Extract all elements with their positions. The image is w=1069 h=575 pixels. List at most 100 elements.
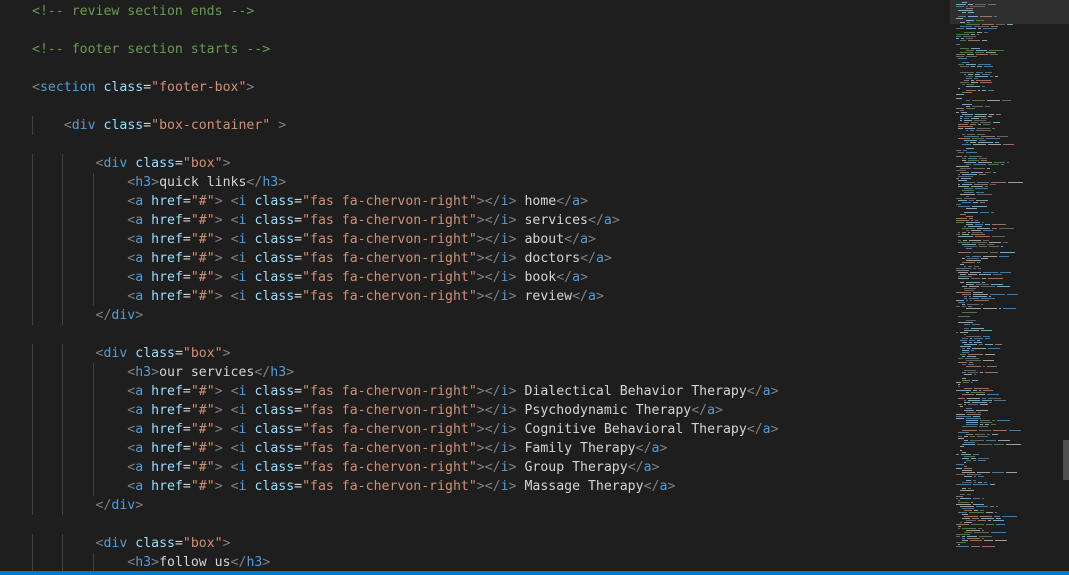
minimap-line [966,56,977,57]
minimap-line [968,364,974,365]
code-line[interactable] [0,325,950,344]
minimap-line [956,198,962,199]
code-line[interactable]: <h3>quick links</h3> [0,173,950,192]
indent-guide [62,420,64,439]
code-line[interactable]: <h3>our services</h3> [0,363,950,382]
minimap-line [966,148,974,149]
minimap-line [958,58,967,59]
minimap-line [976,192,984,193]
code-token-punct: </ [484,232,501,247]
code-line[interactable]: <a href="#"> <i class="fas fa-chervon-ri… [0,287,950,306]
minimap-line [976,20,984,21]
code-line[interactable]: <a href="#"> <i class="fas fa-chervon-ri… [0,382,950,401]
minimap-line [985,344,993,345]
code-line[interactable]: <!-- review section ends --> [0,2,950,21]
code-token-punct: > [214,232,223,247]
code-editor[interactable]: <!-- review section ends --> <!-- footer … [0,0,1069,575]
minimap-line [962,202,971,203]
code-line[interactable]: <a href="#"> <i class="fas fa-chervon-ri… [0,192,950,211]
minimap-line [985,338,990,339]
code-line[interactable]: <a href="#"> <i class="fas fa-chervon-ri… [0,230,950,249]
indent-guide [32,439,33,458]
minimap-line [997,420,1010,421]
minimap-line [965,128,975,129]
code-line[interactable]: <h3>follow us</h3> [0,553,950,572]
code-line[interactable] [0,21,950,40]
code-token-punct: > [214,460,223,475]
code-token-tag: a [135,479,144,494]
minimap-line [964,226,966,227]
minimap-line [1007,24,1013,25]
code-line[interactable] [0,97,950,116]
code-line[interactable]: <div class="box"> [0,154,950,173]
code-token-text: our services [159,365,255,380]
minimap-line [984,66,993,67]
minimap[interactable] [950,0,1069,571]
minimap-line [960,406,963,407]
minimap-line [995,540,1007,541]
code-line[interactable]: <a href="#"> <i class="fas fa-chervon-ri… [0,401,950,420]
minimap-line [962,306,966,307]
minimap-line [960,66,969,67]
minimap-line [987,434,990,435]
minimap-line [962,394,974,395]
code-line[interactable]: <div class="box-container" > [0,116,950,135]
minimap-line [956,306,960,307]
code-line[interactable] [0,515,950,534]
minimap-line [962,2,967,3]
code-line[interactable]: <a href="#"> <i class="fas fa-chervon-ri… [0,211,950,230]
code-line[interactable]: <a href="#"> <i class="fas fa-chervon-ri… [0,458,950,477]
code-token-punct: > [214,422,223,437]
code-token-tag: a [580,232,589,247]
code-line[interactable]: </div> [0,306,950,325]
minimap-line [964,140,977,141]
indent-guide [32,363,33,382]
code-line[interactable]: <a href="#"> <i class="fas fa-chervon-ri… [0,420,950,439]
minimap-line [978,28,981,29]
minimap-line [962,372,966,373]
code-token-punct: > [214,213,223,228]
minimap-line [988,116,992,117]
code-line[interactable]: <a href="#"> <i class="fas fa-chervon-ri… [0,249,950,268]
code-line[interactable]: <a href="#"> <i class="fas fa-chervon-ri… [0,439,950,458]
code-line[interactable]: <a href="#"> <i class="fas fa-chervon-ri… [0,477,950,496]
minimap-line [960,346,971,347]
minimap-line [989,242,1001,243]
code-line[interactable]: </div> [0,496,950,515]
minimap-line [964,402,970,403]
minimap-line [966,142,968,143]
minimap-line [956,220,969,221]
minimap-line [987,100,1000,101]
minimap-line [996,506,998,507]
code-line[interactable]: <!-- footer section starts --> [0,40,950,59]
code-token-punct: </ [95,498,112,513]
indent-guide [32,211,33,230]
minimap-line [964,400,966,401]
code-line[interactable]: <section class="footer-box"> [0,78,950,97]
code-line[interactable]: <a href="#"> <i class="fas fa-chervon-ri… [0,268,950,287]
code-token-tag: i [238,194,247,209]
code-line[interactable]: <div class="box"> [0,534,950,553]
code-token-tag: a [572,270,581,285]
minimap-line [989,50,1004,51]
minimap-line [958,242,970,243]
minimap-line [989,246,999,247]
code-line[interactable] [0,59,950,78]
minimap-line [962,356,965,357]
minimap-line [962,364,966,365]
minimap-line [981,258,988,259]
code-token-punct: </ [484,270,501,285]
code-token-punct: </ [484,289,501,304]
minimap-line [979,430,991,431]
indent-guide [32,344,33,363]
minimap-line [981,330,992,331]
minimap-line [967,494,971,495]
code-area[interactable]: <!-- review section ends --> <!-- footer … [0,0,950,573]
code-line[interactable] [0,135,950,154]
vertical-scrollbar-thumb[interactable] [1063,440,1069,480]
code-line[interactable]: <div class="box"> [0,344,950,363]
